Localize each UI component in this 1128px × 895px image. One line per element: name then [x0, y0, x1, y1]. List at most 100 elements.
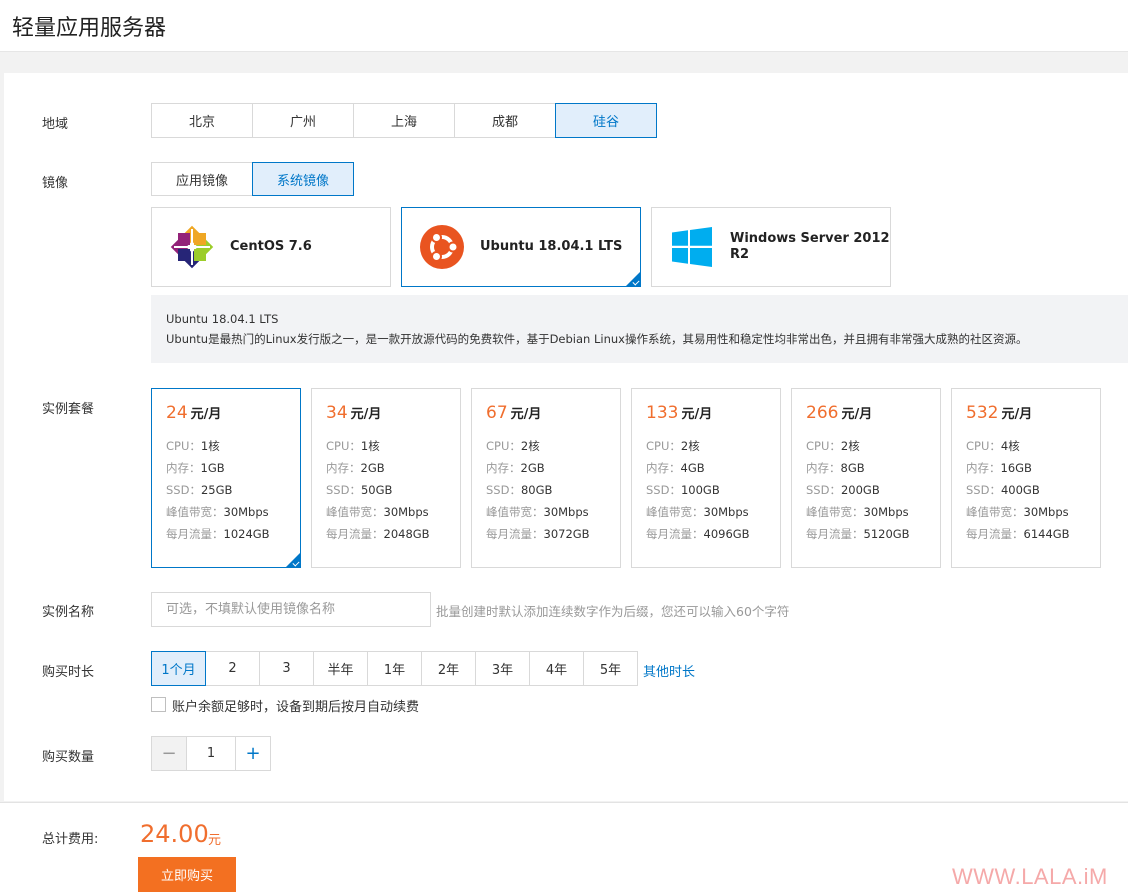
- plan-spec-traffic: 每月流量：4096GB: [646, 523, 766, 545]
- plan-spec-mem: 内存：2GB: [326, 457, 446, 479]
- plan-spec-traffic: 每月流量：2048GB: [326, 523, 446, 545]
- duration-option-1-year[interactable]: 1年: [367, 651, 422, 686]
- duration-option-4-year[interactable]: 4年: [529, 651, 584, 686]
- plan-spec-label: CPU：: [966, 439, 1001, 453]
- plan-spec-value: 5120GB: [863, 527, 910, 541]
- plan-spec-ssd: SSD：200GB: [806, 479, 926, 501]
- duration-option-1-month[interactable]: 1个月: [151, 651, 206, 686]
- region-option-guangzhou[interactable]: 广州: [252, 103, 354, 138]
- plan-spec-bw: 峰值带宽：30Mbps: [806, 501, 926, 523]
- plan-price-value: 24: [166, 403, 188, 423]
- page-header: 轻量应用服务器: [0, 0, 1128, 52]
- plan-spec-value: 2GB: [520, 461, 545, 475]
- duration-option-2[interactable]: 2: [205, 651, 260, 686]
- plan-card[interactable]: 34 元/月 CPU：1核 内存：2GB SSD：50GB 峰值带宽：30Mbps 每月流量…: [311, 388, 461, 568]
- plan-price: 24 元/月: [166, 403, 286, 423]
- plan-spec-label: CPU：: [166, 439, 201, 453]
- plan-spec-mem: 内存：16GB: [966, 457, 1086, 479]
- plan-price: 67 元/月: [486, 403, 606, 423]
- plan-spec-value: 100GB: [680, 483, 720, 497]
- plan-spec-cpu: CPU：4核: [966, 435, 1086, 457]
- plan-spec-cpu: CPU：1核: [326, 435, 446, 457]
- plan-spec-label: 每月流量：: [326, 527, 384, 541]
- quantity-label: 购买数量: [42, 750, 95, 765]
- plan-spec-label: CPU：: [646, 439, 681, 453]
- decrement-button[interactable]: −: [152, 737, 187, 770]
- plan-spec-bw: 峰值带宽：30Mbps: [966, 501, 1086, 523]
- plan-spec-value: 8GB: [840, 461, 865, 475]
- plan-price-unit: 元/月: [510, 407, 542, 422]
- image-description: Ubuntu 18.04.1 LTS Ubuntu是最热门的Linux发行版之一…: [151, 295, 1128, 363]
- region-option-chengdu[interactable]: 成都: [454, 103, 556, 138]
- plan-price-unit: 元/月: [190, 407, 222, 422]
- plan-card[interactable]: 24 元/月 CPU：1核 内存：1GB SSD：25GB 峰值带宽：30Mbps 每月流量…: [151, 388, 301, 568]
- plan-spec-cpu: CPU：2核: [646, 435, 766, 457]
- auto-renew-label: 账户余额足够时，设备到期后按月自动续费: [172, 700, 420, 715]
- plan-spec-value: 400GB: [1000, 483, 1040, 497]
- auto-renew-checkbox[interactable]: [151, 697, 166, 712]
- instance-name-input[interactable]: [151, 592, 431, 627]
- plan-spec-value: 4096GB: [703, 527, 750, 541]
- plan-spec-label: CPU：: [326, 439, 361, 453]
- image-card-windows[interactable]: Windows Server 2012 R2: [651, 207, 891, 287]
- image-description-body: Ubuntu是最热门的Linux发行版之一，是一款开放源代码的免费软件，基于De…: [166, 332, 1028, 346]
- tab-app-image[interactable]: 应用镜像: [151, 162, 253, 196]
- plan-spec-label: 内存：: [326, 461, 361, 475]
- plan-spec-cpu: CPU：2核: [486, 435, 606, 457]
- duration-option-2-year[interactable]: 2年: [421, 651, 476, 686]
- increment-button[interactable]: +: [235, 737, 270, 770]
- plan-spec-label: 每月流量：: [806, 527, 864, 541]
- plan-spec-value: 1核: [200, 439, 220, 453]
- plan-spec-ssd: SSD：80GB: [486, 479, 606, 501]
- plan-spec-label: SSD：: [646, 483, 681, 497]
- tab-system-image[interactable]: 系统镜像: [252, 162, 354, 196]
- plan-spec-value: 6144GB: [1023, 527, 1070, 541]
- plan-price: 133 元/月: [646, 403, 766, 423]
- windows-name-line2: R2: [730, 247, 750, 262]
- total-price: 24.00: [140, 820, 209, 848]
- plan-price-value: 532: [966, 403, 999, 423]
- region-label: 地域: [42, 117, 69, 132]
- duration-option-5-year[interactable]: 5年: [583, 651, 638, 686]
- plan-spec-value: 1核: [360, 439, 380, 453]
- other-duration-link[interactable]: 其他时长: [643, 661, 695, 680]
- plan-spec-value: 4核: [1000, 439, 1020, 453]
- duration-option-half-year[interactable]: 半年: [313, 651, 368, 686]
- plan-spec-value: 30Mbps: [543, 505, 589, 519]
- plan-spec-label: 内存：: [646, 461, 681, 475]
- plan-spec-value: 30Mbps: [383, 505, 429, 519]
- plan-spec-value: 1024GB: [223, 527, 270, 541]
- image-card-centos[interactable]: CentOS 7.6: [151, 207, 391, 287]
- plan-spec-value: 1GB: [200, 461, 225, 475]
- plan-spec-label: 峰值带宽：: [166, 505, 224, 519]
- page-title: 轻量应用服务器: [12, 16, 167, 41]
- plan-card[interactable]: 266 元/月 CPU：2核 内存：8GB SSD：200GB 峰值带宽：30Mbps 每月…: [791, 388, 941, 568]
- plan-spec-value: 200GB: [840, 483, 880, 497]
- plan-spec-traffic: 每月流量：5120GB: [806, 523, 926, 545]
- windows-name-line1: Windows Server 2012: [730, 231, 890, 246]
- plan-spec-label: 每月流量：: [966, 527, 1024, 541]
- duration-selector: 1个月 2 3 半年 1年 2年 3年 4年 5年: [151, 651, 638, 686]
- plan-spec-traffic: 每月流量：6144GB: [966, 523, 1086, 545]
- plan-spec-label: 每月流量：: [486, 527, 544, 541]
- region-option-shanghai[interactable]: 上海: [353, 103, 455, 138]
- plan-spec-label: SSD：: [486, 483, 521, 497]
- plan-card[interactable]: 67 元/月 CPU：2核 内存：2GB SSD：80GB 峰值带宽：30Mbps 每月流量…: [471, 388, 621, 568]
- region-option-silicon-valley[interactable]: 硅谷: [555, 103, 657, 138]
- windows-logo-icon: [672, 227, 712, 267]
- plan-spec-label: 峰值带宽：: [486, 505, 544, 519]
- buy-now-button[interactable]: 立即购买: [138, 857, 236, 892]
- duration-label: 购买时长: [42, 665, 95, 680]
- plan-spec-label: 内存：: [166, 461, 201, 475]
- plan-card[interactable]: 133 元/月 CPU：2核 内存：4GB SSD：100GB 峰值带宽：30Mbps 每月…: [631, 388, 781, 568]
- plan-price-unit: 元/月: [1001, 407, 1033, 422]
- quantity-value[interactable]: 1: [187, 737, 235, 770]
- region-option-beijing[interactable]: 北京: [151, 103, 253, 138]
- centos-logo-icon: [170, 225, 214, 269]
- plan-card[interactable]: 532 元/月 CPU：4核 内存：16GB SSD：400GB 峰值带宽：30Mbps 每…: [951, 388, 1101, 568]
- duration-option-3-year[interactable]: 3年: [475, 651, 530, 686]
- image-card-ubuntu[interactable]: Ubuntu 18.04.1 LTS: [401, 207, 641, 287]
- plan-spec-cpu: CPU：1核: [166, 435, 286, 457]
- duration-option-3[interactable]: 3: [259, 651, 314, 686]
- plan-spec-label: 峰值带宽：: [326, 505, 384, 519]
